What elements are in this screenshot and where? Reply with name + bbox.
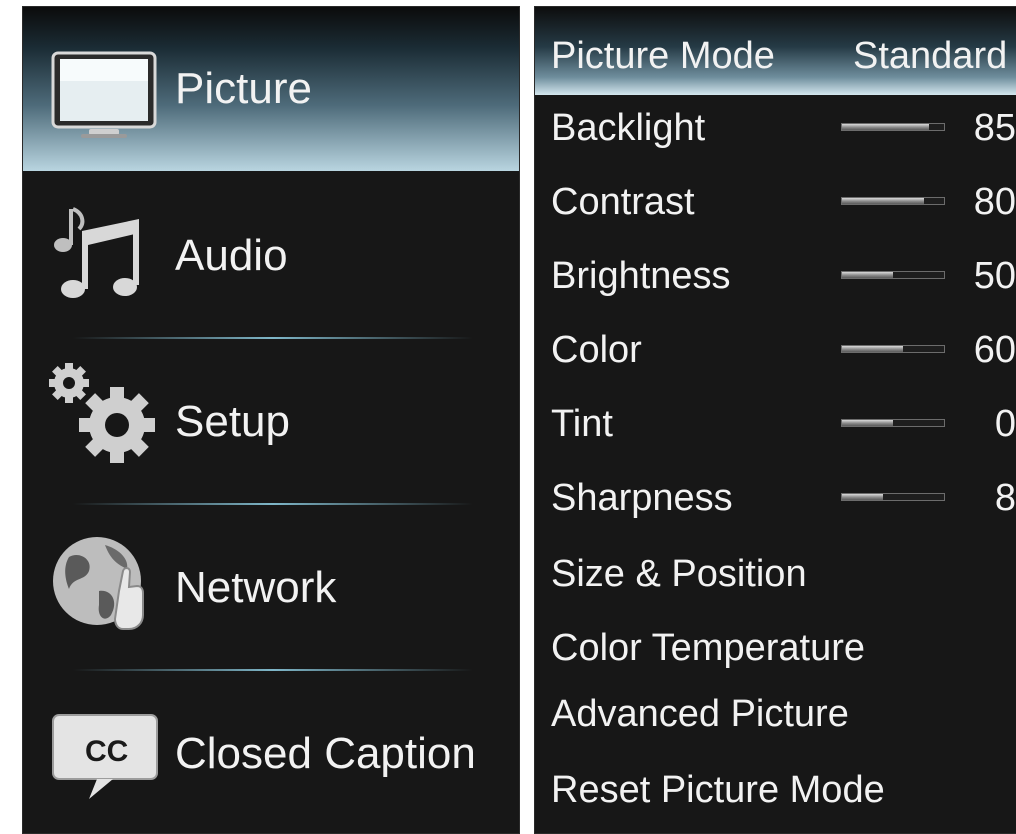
setting-row-brightness[interactable]: Brightness 50 (535, 255, 1016, 315)
picture-mode-label: Picture Mode (551, 35, 775, 77)
menu-label-setup: Setup (175, 397, 290, 446)
menu-label-audio: Audio (175, 231, 288, 280)
picture-mode-value: Standard (853, 35, 1008, 77)
setting-label: Sharpness (551, 477, 733, 519)
svg-text:CC: CC (85, 735, 128, 768)
tv-icon (51, 51, 157, 138)
setting-row-color[interactable]: Color 60 (535, 329, 1016, 389)
setting-label: Backlight (551, 107, 706, 149)
setting-label: Contrast (551, 181, 695, 223)
menu-item-picture[interactable]: Picture (23, 7, 519, 171)
setting-row-contrast[interactable]: Contrast 80 (535, 181, 1016, 241)
backlight-slider[interactable] (841, 123, 945, 131)
setting-label: Tint (551, 403, 613, 445)
menu-item-setup[interactable]: Setup (23, 339, 519, 505)
menu-label-network: Network (175, 563, 337, 612)
setting-value: 50 (973, 255, 1016, 297)
setting-value: 80 (973, 181, 1016, 223)
setting-value: 0 (994, 403, 1016, 445)
music-note-icon (54, 207, 139, 298)
menu-label-closed-caption: Closed Caption (175, 729, 476, 778)
cc-icon: CC (52, 714, 158, 799)
setting-label: Color (551, 329, 642, 371)
setting-row-reset-picture-mode[interactable]: Reset Picture Mode (535, 769, 1016, 829)
brightness-slider[interactable] (841, 271, 945, 279)
setting-label: Brightness (551, 255, 731, 297)
picture-settings-panel: Picture Mode Standard Backlight 85 Contr… (534, 6, 1016, 834)
setting-row-size-position[interactable]: Size & Position (535, 553, 1016, 613)
setting-value: 60 (973, 329, 1016, 371)
setting-label: Advanced Picture (551, 693, 849, 735)
gears-icon (49, 363, 155, 463)
globe-hand-icon (53, 537, 144, 630)
setting-label: Reset Picture Mode (551, 769, 885, 811)
main-menu-panel: Picture Audio Setup Network CC Closed Ca… (22, 6, 520, 834)
setting-value: 8 (994, 477, 1016, 519)
color-slider[interactable] (841, 345, 945, 353)
picture-mode-row[interactable]: Picture Mode Standard (535, 7, 1016, 95)
sharpness-slider[interactable] (841, 493, 945, 501)
setting-row-tint[interactable]: Tint 0 (535, 403, 1016, 463)
menu-item-closed-caption[interactable]: CC Closed Caption (23, 671, 519, 833)
setting-row-backlight[interactable]: Backlight 85 (535, 107, 1016, 167)
menu-label-picture: Picture (175, 64, 312, 113)
setting-row-sharpness[interactable]: Sharpness 8 (535, 477, 1016, 537)
contrast-slider[interactable] (841, 197, 945, 205)
setting-label: Size & Position (551, 553, 807, 595)
setting-value: 85 (973, 107, 1016, 149)
setting-row-advanced-picture[interactable]: Advanced Picture (535, 693, 1016, 753)
setting-row-color-temperature[interactable]: Color Temperature (535, 627, 1016, 687)
tint-slider[interactable] (841, 419, 945, 427)
menu-item-network[interactable]: Network (23, 505, 519, 671)
setting-label: Color Temperature (551, 627, 866, 669)
menu-item-audio[interactable]: Audio (23, 173, 519, 339)
